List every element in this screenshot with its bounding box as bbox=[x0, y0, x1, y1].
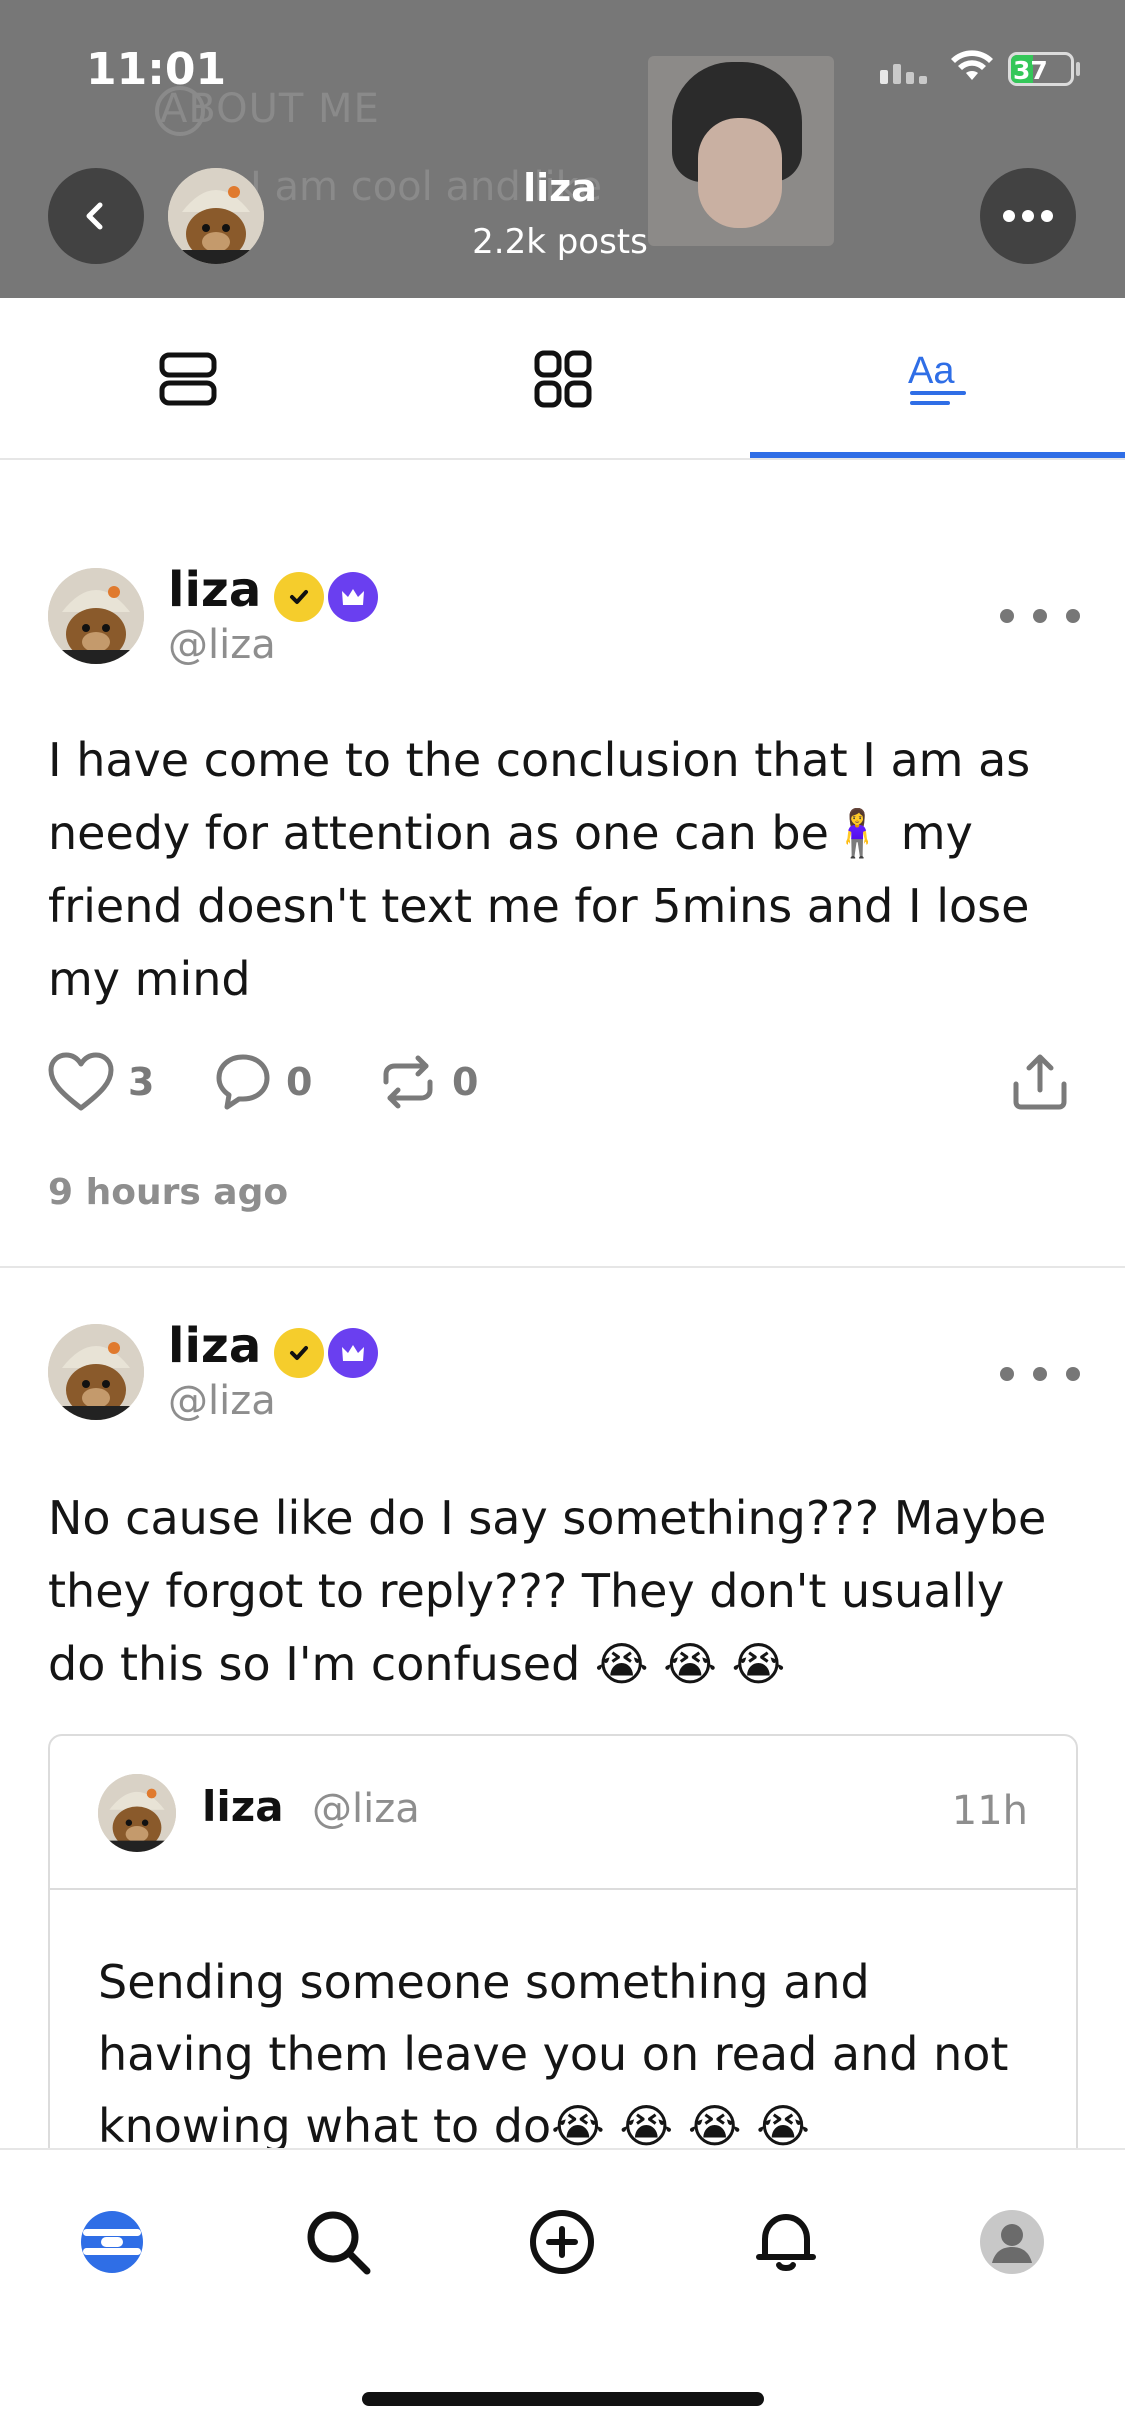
heart-icon bbox=[48, 1052, 114, 1111]
post-username[interactable]: liza bbox=[168, 562, 261, 618]
chevron-left-icon bbox=[86, 202, 103, 230]
comment-count: 0 bbox=[286, 1060, 313, 1104]
tab-text-view[interactable]: Aa bbox=[750, 298, 1125, 460]
verified-badge-icon bbox=[274, 1328, 324, 1378]
comment-button[interactable]: 0 bbox=[214, 1042, 312, 1122]
nav-search[interactable] bbox=[290, 2194, 386, 2290]
like-button[interactable]: 3 bbox=[48, 1042, 154, 1122]
post[interactable]: liza @liza No cause like do I say someth… bbox=[0, 1270, 1125, 2194]
quoted-post-text: Sending someone something and having the… bbox=[98, 1955, 1009, 2153]
post-actions: 3 0 0 bbox=[48, 1042, 1078, 1122]
header-photo bbox=[648, 56, 834, 246]
list-view-icon bbox=[159, 352, 216, 406]
post-text: I have come to the conclusion that I am … bbox=[48, 733, 1031, 1006]
post-avatar[interactable] bbox=[48, 1324, 144, 1420]
repost-button[interactable]: 0 bbox=[378, 1042, 478, 1122]
quoted-post-time: 11h bbox=[951, 1788, 1028, 1834]
status-time: 11:01 bbox=[86, 44, 227, 95]
battery-level: 37 bbox=[1013, 56, 1048, 85]
nav-create[interactable] bbox=[514, 2194, 610, 2290]
active-tab-indicator bbox=[750, 452, 1125, 458]
header-post-count: 2.2k posts bbox=[472, 222, 648, 262]
more-options-button[interactable] bbox=[980, 168, 1076, 264]
home-indicator bbox=[362, 2392, 764, 2406]
quoted-post-username[interactable]: liza bbox=[202, 1782, 284, 1831]
header-avatar[interactable] bbox=[168, 168, 264, 264]
profile-icon bbox=[980, 2210, 1044, 2274]
profile-tabs: Aa bbox=[0, 298, 1125, 460]
notifications-icon bbox=[756, 2214, 816, 2271]
comment-icon bbox=[216, 1054, 270, 1110]
quoted-post-header: liza @liza 11h bbox=[50, 1736, 1076, 1890]
tab-list-view[interactable] bbox=[0, 298, 375, 460]
tab-grid-view[interactable] bbox=[375, 298, 750, 460]
post-more-icon[interactable] bbox=[1000, 596, 1080, 636]
share-icon bbox=[1013, 1054, 1067, 1110]
nav-home[interactable] bbox=[64, 2194, 160, 2290]
svg-text:Aa: Aa bbox=[908, 350, 955, 392]
quoted-post[interactable]: liza @liza 11h Sending someone something… bbox=[48, 1734, 1078, 2194]
wifi-icon bbox=[950, 50, 994, 88]
repost-icon bbox=[383, 1055, 433, 1109]
profile-header: ABOUT ME I am cool and like 11:01 37 liz… bbox=[0, 0, 1125, 298]
like-count: 3 bbox=[128, 1060, 155, 1104]
post-text: No cause like do I say something??? Mayb… bbox=[48, 1491, 1047, 1691]
search-icon bbox=[307, 2211, 371, 2275]
create-icon bbox=[530, 2210, 594, 2274]
post-more-icon[interactable] bbox=[1000, 1354, 1080, 1394]
grid-view-icon bbox=[534, 350, 591, 408]
post-avatar[interactable] bbox=[48, 568, 144, 664]
repost-count: 0 bbox=[452, 1060, 479, 1104]
post[interactable]: liza @liza I have come to the conclusion… bbox=[0, 462, 1125, 1268]
battery-tip bbox=[1076, 62, 1080, 76]
post-username[interactable]: liza bbox=[168, 1318, 261, 1374]
crown-badge-icon bbox=[328, 572, 378, 622]
more-horizontal-icon bbox=[1003, 210, 1053, 222]
crown-badge-icon bbox=[328, 1328, 378, 1378]
nav-notifications[interactable] bbox=[738, 2194, 834, 2290]
nav-profile[interactable] bbox=[964, 2194, 1060, 2290]
battery-icon: 37 bbox=[1008, 52, 1074, 86]
header-username: liza bbox=[523, 166, 597, 210]
home-icon bbox=[81, 2211, 143, 2273]
post-handle[interactable]: @liza bbox=[168, 1378, 276, 1424]
quoted-post-handle[interactable]: @liza bbox=[312, 1786, 420, 1832]
post-handle[interactable]: @liza bbox=[168, 622, 276, 668]
text-view-icon: Aa bbox=[908, 350, 966, 405]
signal-icon bbox=[880, 64, 927, 84]
back-button[interactable] bbox=[48, 168, 144, 264]
post-timestamp: 9 hours ago bbox=[48, 1172, 289, 1213]
verified-badge-icon bbox=[274, 572, 324, 622]
share-button[interactable] bbox=[1010, 1042, 1070, 1122]
quoted-post-avatar[interactable] bbox=[98, 1774, 176, 1852]
